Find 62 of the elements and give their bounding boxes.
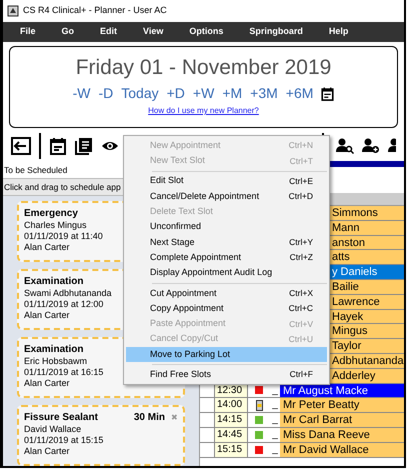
patient-name: David Wallace xyxy=(24,424,82,435)
menu-item[interactable]: Help xyxy=(328,25,348,39)
appointment-type: Fissure Sealant xyxy=(24,411,98,424)
patient-name[interactable]: Mr David Wallace xyxy=(280,442,404,457)
documents-icon[interactable] xyxy=(75,136,93,154)
menu-item[interactable]: Go xyxy=(62,25,74,39)
shortcut-label: Ctrl+T xyxy=(290,154,313,168)
menu-item[interactable]: Edit xyxy=(100,25,118,39)
patient-name: Swami Adbhutananda xyxy=(24,288,112,299)
date-nav-link[interactable]: -W xyxy=(72,85,90,102)
menu-item[interactable]: View xyxy=(143,25,164,39)
shortcut-label: Ctrl+Z xyxy=(290,251,313,264)
clinician-name: Alan Carter xyxy=(24,242,70,253)
shortcut-label: Ctrl+E xyxy=(289,174,313,188)
date-nav-link[interactable]: +W xyxy=(192,85,214,102)
patient-name: Charles Mingus xyxy=(24,220,87,231)
patient-name[interactable]: Miss Dana Reeve xyxy=(280,428,404,442)
time-cell: 15:15 xyxy=(214,442,248,457)
date-nav-link[interactable]: +M xyxy=(222,85,242,102)
appointment-type: Examination xyxy=(24,343,84,356)
shortcut-label: Ctrl+Y xyxy=(289,236,313,249)
duration-label: 30 Min xyxy=(134,411,165,424)
find-person-icon[interactable] xyxy=(336,138,354,154)
appointment-time: 01/11/2019 at 15:15 xyxy=(24,435,104,446)
shortcut-label: Ctrl+F xyxy=(290,368,313,382)
help-link[interactable]: How do I use my new Planner? xyxy=(148,106,259,116)
time-cell: 14:15 xyxy=(214,413,248,427)
patient-name[interactable]: Mr Carl Barrat xyxy=(280,413,404,427)
date-nav-link[interactable]: +D xyxy=(166,85,185,102)
exit-icon[interactable] xyxy=(11,136,31,154)
appointment-type: Examination xyxy=(24,275,84,288)
app-icon xyxy=(7,5,19,17)
menu-item[interactable]: File xyxy=(20,25,36,39)
patient-name: Eric Hobsbawm xyxy=(24,356,88,367)
time-cell: 14:00 xyxy=(214,398,248,412)
appointment-time: 01/11/2019 at 12:00 xyxy=(24,299,104,310)
date-nav-link[interactable]: Today xyxy=(121,85,159,102)
person-icon[interactable] xyxy=(388,138,396,154)
appointment-card[interactable]: Fissure Sealant 30 Min ✖ David Wallace 01/11/2019 at 15:15 Alan Carter xyxy=(17,405,185,466)
appointment-time: 01/11/2019 at 16:15 xyxy=(24,367,104,378)
clinician-name: Alan Carter xyxy=(24,310,70,321)
clinician-name: Alan Carter xyxy=(24,446,70,457)
menu-item[interactable]: Options xyxy=(189,25,224,39)
date-heading: Friday 01 - November 2019 xyxy=(76,55,332,81)
appointment-time: 01/11/2019 at 11:40 xyxy=(24,231,103,242)
menu-item[interactable]: Springboard xyxy=(249,25,303,39)
shortcut-label: Ctrl+D xyxy=(288,190,313,203)
add-person-icon[interactable] xyxy=(362,138,380,154)
date-nav-link[interactable]: -D xyxy=(98,85,114,102)
calendar-icon[interactable] xyxy=(49,136,67,154)
time-cell: 14:45 xyxy=(214,428,248,442)
window-title: CS R4 Clinical+ - Planner - User AC xyxy=(23,4,167,18)
calendar-icon[interactable] xyxy=(321,86,334,100)
appointment-type: Emergency xyxy=(24,207,78,220)
menu-item[interactable]: Move to Parking Lot xyxy=(126,346,327,362)
patient-name[interactable]: Mr Peter Beatty xyxy=(280,398,404,412)
date-nav-link[interactable]: +6M xyxy=(286,85,314,102)
pager-icon xyxy=(256,400,262,411)
date-nav-link[interactable]: +3M xyxy=(250,85,278,102)
clinician-name: Alan Carter xyxy=(24,378,70,389)
shortcut-label: Ctrl+N xyxy=(288,139,313,152)
patient-name[interactable]: Mr August Macke xyxy=(280,384,404,398)
